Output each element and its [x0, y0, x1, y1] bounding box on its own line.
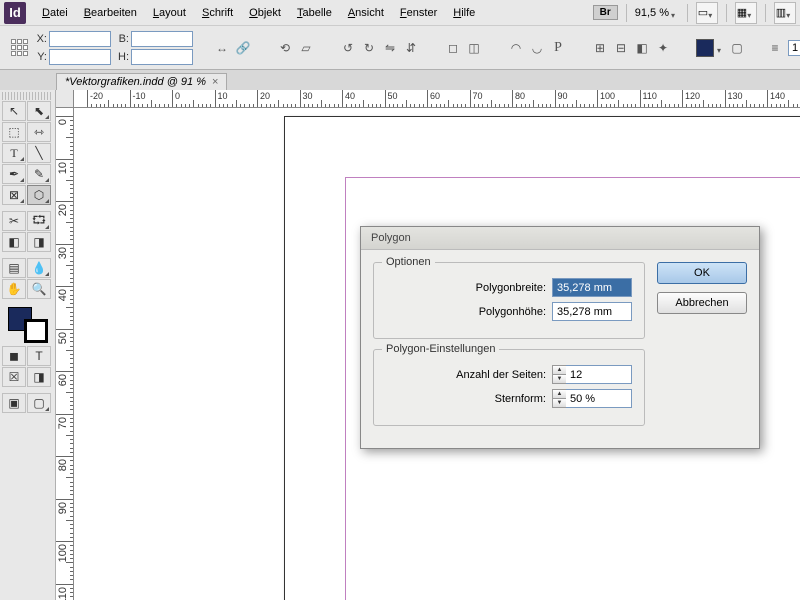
zoom-tool[interactable]: 🔍 — [27, 279, 51, 299]
flip-v-icon[interactable]: ⇵ — [402, 39, 420, 57]
ok-button[interactable]: OK — [657, 262, 747, 284]
sides-input[interactable]: 12 — [566, 365, 632, 384]
effects-icon[interactable]: ✦ — [654, 39, 672, 57]
menu-objekt[interactable]: Objekt — [241, 4, 289, 22]
grip-icon — [2, 92, 52, 100]
settings-fieldset: Polygon-Einstellungen Anzahl der Seiten:… — [373, 349, 645, 426]
menu-layout[interactable]: Layout — [145, 4, 194, 22]
horizontal-ruler[interactable]: -20-100102030405060708090100110120130140 — [74, 90, 800, 108]
stroke-weight-input[interactable]: 1 Pt — [788, 40, 800, 56]
link-icon[interactable]: 🔗 — [234, 39, 252, 57]
menu-schrift[interactable]: Schrift — [194, 4, 241, 22]
menu-bearbeiten[interactable]: Bearbeiten — [76, 4, 145, 22]
rectangle-frame-tool[interactable]: ⊠ — [2, 185, 26, 205]
zoom-level[interactable]: 91,5 % — [635, 7, 679, 19]
menu-fenster[interactable]: Fenster — [392, 4, 445, 22]
stroke-weight-icon: ≡ — [766, 39, 784, 57]
app-icon: Id — [4, 2, 26, 24]
menubar: Id DateiBearbeitenLayoutSchriftObjektTab… — [0, 0, 800, 26]
menu-tabelle[interactable]: Tabelle — [289, 4, 340, 22]
hand-tool[interactable]: ✋ — [2, 279, 26, 299]
polygon-tool[interactable]: ⬡ — [27, 185, 51, 205]
sides-label: Anzahl der Seiten: — [386, 369, 546, 381]
close-tab-icon[interactable]: × — [212, 76, 218, 88]
document-tabbar: *Vektorgrafiken.indd @ 91 % × — [0, 70, 800, 90]
transform-tool[interactable]: ⮔ — [27, 211, 51, 231]
pen-tool[interactable]: ✒ — [2, 164, 26, 184]
x-label: X: — [33, 33, 47, 45]
menu-datei[interactable]: Datei — [34, 4, 76, 22]
cancel-button[interactable]: Abbrechen — [657, 292, 747, 314]
control-bar: X: Y: B: H: ↔ 🔗 ⟲ ▱ ↺ ↻ ⇋ ⇵ ◻ ◫ ◠ ◡ P ⊞ … — [0, 26, 800, 70]
document-tab-title: *Vektorgrafiken.indd @ 91 % — [65, 76, 206, 88]
polygon-width-input[interactable]: 35,278 mm — [552, 278, 632, 297]
scale-x-icon[interactable]: ↔ — [213, 39, 231, 57]
options-legend: Optionen — [382, 256, 435, 268]
rotate-ccw-icon[interactable]: ↺ — [339, 39, 357, 57]
menu-ansicht[interactable]: Ansicht — [340, 4, 392, 22]
gap-tool[interactable]: ⇿ — [27, 122, 51, 142]
bridge-button[interactable]: Br — [593, 5, 618, 20]
star-spinner[interactable]: ▲▼ — [552, 389, 566, 408]
menu-hilfe[interactable]: Hilfe — [445, 4, 483, 22]
line-tool[interactable]: ╲ — [27, 143, 51, 163]
reference-point[interactable] — [10, 38, 29, 58]
scissors-tool[interactable]: ✂ — [2, 211, 26, 231]
settings-legend: Polygon-Einstellungen — [382, 343, 499, 355]
shear-icon[interactable]: ▱ — [297, 39, 315, 57]
direct-selection-tool[interactable]: ⬉ — [27, 101, 51, 121]
x-input[interactable] — [49, 31, 111, 47]
select-container-icon[interactable]: ◻ — [444, 39, 462, 57]
toolbox: ↖⬉ ⬚⇿ T╲ ✒✎ ⊠⬡ ✂⮔ ◧◨ ▤💧 ✋🔍 ◼T ☒◨ ▣▢ — [0, 90, 56, 600]
pathfinder-icon[interactable]: ◧ — [633, 39, 651, 57]
options-fieldset: Optionen Polygonbreite: 35,278 mm Polygo… — [373, 262, 645, 339]
view-mode-normal[interactable]: ▣ — [2, 393, 26, 413]
stroke-swatch-icon[interactable]: ▢ — [728, 39, 746, 57]
apply-gradient-icon[interactable]: ◨ — [27, 367, 51, 387]
star-input[interactable]: 50 % — [566, 389, 632, 408]
pencil-tool[interactable]: ✎ — [27, 164, 51, 184]
y-label: Y: — [33, 51, 47, 63]
fill-stroke-proxy[interactable] — [8, 307, 48, 343]
gradient-feather-tool[interactable]: ◨ — [27, 232, 51, 252]
rotate-icon[interactable]: ⟲ — [276, 39, 294, 57]
sides-spinner[interactable]: ▲▼ — [552, 365, 566, 384]
fill-swatch[interactable] — [696, 39, 714, 57]
type-tool[interactable]: T — [2, 143, 26, 163]
align-icon[interactable]: ⊞ — [591, 39, 609, 57]
polygon-width-label: Polygonbreite: — [386, 282, 546, 294]
screen-mode-icon[interactable]: ▭ — [696, 2, 718, 24]
paragraph-icon[interactable]: P — [549, 39, 567, 57]
document-tab[interactable]: *Vektorgrafiken.indd @ 91 % × — [56, 73, 227, 90]
select-content-icon[interactable]: ◫ — [465, 39, 483, 57]
w-input[interactable] — [131, 31, 193, 47]
polygon-dialog: Polygon Optionen Polygonbreite: 35,278 m… — [360, 226, 760, 449]
dialog-title: Polygon — [361, 227, 759, 250]
y-input[interactable] — [49, 49, 111, 65]
eyedropper-tool[interactable]: 💧 — [27, 258, 51, 278]
page-tool[interactable]: ⬚ — [2, 122, 26, 142]
apply-text-icon[interactable]: T — [27, 346, 51, 366]
ruler-origin[interactable] — [56, 90, 74, 108]
apply-color-icon[interactable]: ◼ — [2, 346, 26, 366]
h-input[interactable] — [131, 49, 193, 65]
corner-options-icon[interactable]: ◡ — [528, 39, 546, 57]
flip-h-icon[interactable]: ⇋ — [381, 39, 399, 57]
gradient-swatch-tool[interactable]: ◧ — [2, 232, 26, 252]
polygon-height-input[interactable]: 35,278 mm — [552, 302, 632, 321]
vertical-ruler[interactable]: 0102030405060708090100110120 — [56, 108, 74, 600]
star-label: Sternform: — [386, 393, 546, 405]
arrange-icon[interactable]: ▦ — [735, 2, 757, 24]
w-label: B: — [115, 33, 129, 45]
h-label: H: — [115, 51, 129, 63]
workspace-icon[interactable]: ▥ — [774, 2, 796, 24]
rotate-cw-icon[interactable]: ↻ — [360, 39, 378, 57]
corner-radius-icon[interactable]: ◠ — [507, 39, 525, 57]
note-tool[interactable]: ▤ — [2, 258, 26, 278]
polygon-height-label: Polygonhöhe: — [386, 306, 546, 318]
apply-none-icon[interactable]: ☒ — [2, 367, 26, 387]
view-mode-preview[interactable]: ▢ — [27, 393, 51, 413]
selection-tool[interactable]: ↖ — [2, 101, 26, 121]
distribute-icon[interactable]: ⊟ — [612, 39, 630, 57]
